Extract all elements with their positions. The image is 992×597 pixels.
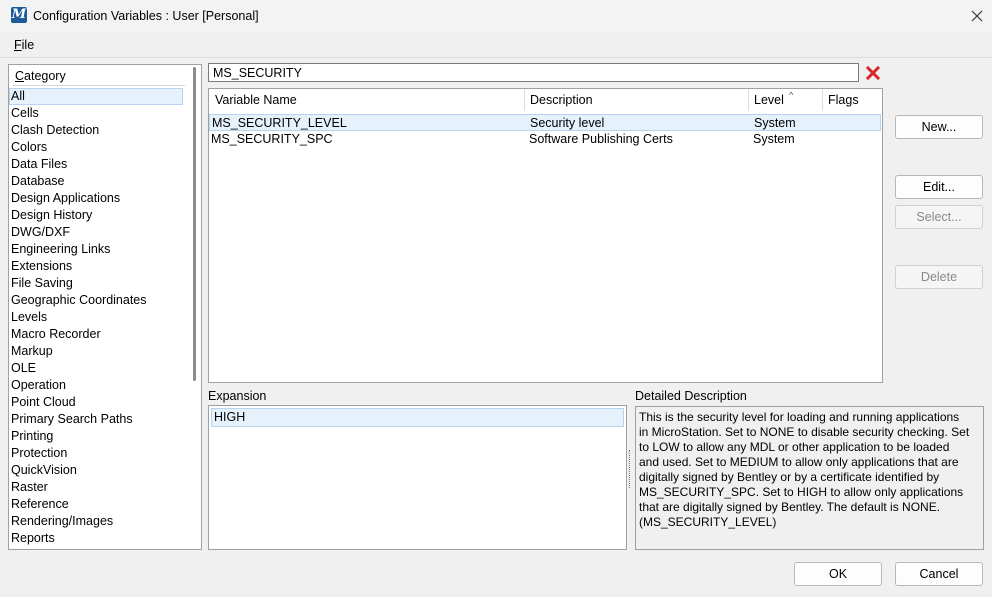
variables-table[interactable]: Variable Name Description Level ^ Flags … [208, 88, 883, 383]
select-button-label: Select... [916, 210, 962, 224]
edit-button-label: Edit... [923, 180, 955, 194]
microstation-icon: M [11, 7, 27, 23]
window-title: Configuration Variables : User [Personal… [33, 9, 259, 23]
category-list: All Cells Clash Detection Colors Data Files D… [9, 88, 189, 547]
detailed-description-panel: This is the security level for loading a… [635, 406, 984, 550]
close-icon [971, 10, 983, 22]
detailed-description-label: Detailed Description [635, 389, 747, 403]
category-item[interactable]: File Saving [9, 275, 189, 292]
expansion-panel[interactable]: HIGH [208, 405, 627, 550]
category-item[interactable]: Primary Search Paths [9, 411, 189, 428]
category-item[interactable]: Cells [9, 105, 189, 122]
clear-search-button[interactable] [865, 65, 881, 81]
category-item[interactable]: Reference [9, 496, 189, 513]
category-item[interactable]: QuickVision [9, 462, 189, 479]
category-item[interactable]: Protection [9, 445, 189, 462]
table-row[interactable]: MS_SECURITY_SPC Software Publishing Cert… [209, 131, 881, 148]
category-scrollbar[interactable] [193, 67, 196, 381]
category-item[interactable]: Geographic Coordinates [9, 292, 189, 309]
category-header: Category [15, 69, 66, 83]
category-item[interactable]: Design History [9, 207, 189, 224]
splitter-grip[interactable] [629, 450, 632, 488]
category-item[interactable]: Colors [9, 139, 189, 156]
title-bar: M Configuration Variables : User [Person… [0, 0, 992, 32]
edit-button[interactable]: Edit... [895, 175, 983, 199]
category-item[interactable]: DWG/DXF [9, 224, 189, 241]
category-item[interactable]: Engineering Links [9, 241, 189, 258]
category-item[interactable]: Reports [9, 530, 189, 547]
ok-button-label: OK [828, 567, 848, 581]
cell-variable-name: MS_SECURITY_SPC [211, 132, 333, 146]
table-row[interactable]: MS_SECURITY_LEVEL Security level System [209, 114, 881, 131]
new-button[interactable]: New... [895, 115, 983, 139]
category-item[interactable]: OLE [9, 360, 189, 377]
cell-level: System [754, 116, 796, 130]
cancel-button-label: Cancel [919, 567, 959, 581]
column-header-flags[interactable]: Flags [823, 89, 881, 111]
new-button-label: New... [921, 120, 957, 134]
expansion-value[interactable]: HIGH [211, 408, 624, 427]
category-item[interactable]: Macro Recorder [9, 326, 189, 343]
ok-button[interactable]: OK [794, 562, 882, 586]
category-item[interactable]: Markup [9, 343, 189, 360]
column-header-description[interactable]: Description [525, 89, 749, 111]
clear-x-icon [865, 65, 881, 81]
cell-description: Security level [530, 116, 605, 130]
cell-description: Software Publishing Certs [529, 132, 673, 146]
category-item[interactable]: Data Files [9, 156, 189, 173]
category-item[interactable]: Clash Detection [9, 122, 189, 139]
category-list-panel[interactable]: Category All Cells Clash Detection Colors Da… [8, 64, 202, 550]
detailed-description-text: This is the security level for loading a… [639, 410, 970, 529]
category-item[interactable]: Point Cloud [9, 394, 189, 411]
delete-button[interactable]: Delete [895, 265, 983, 289]
category-item[interactable]: Raster [9, 479, 189, 496]
sort-ascending-icon: ^ [789, 90, 794, 100]
close-window-button[interactable] [962, 4, 992, 28]
category-item[interactable]: Database [9, 173, 189, 190]
menu-file[interactable]: File [14, 37, 34, 53]
category-item[interactable]: Design Applications [9, 190, 189, 207]
menu-bar: File [0, 32, 992, 58]
cell-variable-name: MS_SECURITY_LEVEL [212, 116, 347, 130]
category-header-divider [13, 85, 185, 86]
delete-button-label: Delete [920, 270, 958, 284]
category-item[interactable]: Printing [9, 428, 189, 445]
column-header-level[interactable]: Level [749, 89, 823, 111]
category-item[interactable]: Extensions [9, 258, 189, 275]
cell-level: System [753, 132, 795, 146]
expansion-label: Expansion [208, 389, 267, 403]
column-header-variable-name[interactable]: Variable Name [210, 89, 525, 111]
select-button[interactable]: Select... [895, 205, 983, 229]
search-input[interactable] [208, 63, 859, 82]
category-item[interactable]: Levels [9, 309, 189, 326]
category-item[interactable]: Rendering/Images [9, 513, 189, 530]
category-item[interactable]: Operation [9, 377, 189, 394]
cancel-button[interactable]: Cancel [895, 562, 983, 586]
category-item[interactable]: All [9, 88, 183, 105]
